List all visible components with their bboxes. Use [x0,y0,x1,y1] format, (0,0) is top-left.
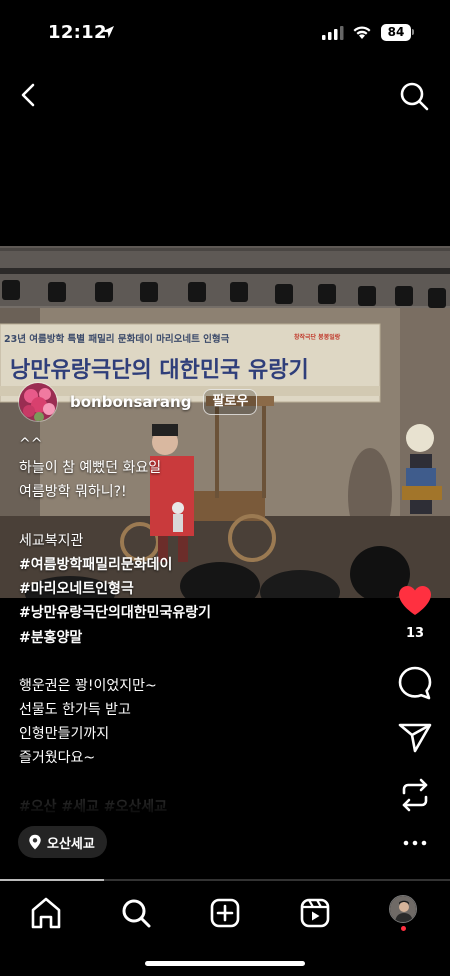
like-count[interactable]: 13 [396,626,434,641]
flower-avatar-icon [19,383,57,421]
post-caption: ^^ 하늘이 참 예뻤던 화요일여름방학 뭐하니?! 세교복지관 #여름방학패밀리문화… [19,432,379,819]
reels-icon[interactable] [295,893,335,933]
post-header: bonbonsarang 팔로우 [18,380,258,424]
caption-hashtag-line[interactable]: #여름방학패밀리문화데이 [19,553,379,577]
profile-avatar[interactable] [389,895,417,923]
search-icon[interactable] [398,80,430,112]
caption-line: 인형만들기까지 [19,726,110,743]
caption-line: 하늘이 참 예뻤던 화요일 [19,460,162,477]
repost-icon[interactable] [396,776,434,814]
caption-hashtag-line[interactable]: #낭만유랑극단의대한민국유랑기 [19,601,379,625]
banner-badge: 창작극단 봉봉일랑 [294,333,341,341]
create-icon[interactable] [205,893,245,933]
username[interactable]: bonbonsarang [70,393,191,411]
status-bar: 12:12 84 [0,0,450,62]
search-icon[interactable] [116,893,156,933]
wifi-icon [353,26,371,39]
location-label: 오산세교 [47,836,95,852]
chevron-left-icon[interactable] [14,80,42,110]
caption-line: 선물도 한가득 받고 [19,702,131,719]
caption-hashtag-line[interactable]: #분홍양말 [19,626,379,650]
status-time: 12:12 [48,22,107,43]
avatar[interactable] [18,382,58,422]
location-arrow-icon [102,26,114,38]
caption-line: ^^ [19,436,43,452]
share-icon[interactable] [396,718,434,756]
battery-indicator: 84 [381,24,411,41]
caption-hashtag-line[interactable]: #마리오네트인형극 [19,577,379,601]
caption-fade [0,780,450,820]
more-options-icon[interactable] [396,824,434,862]
location-tag[interactable]: 오산세교 [18,826,107,858]
battery-cap [412,29,414,35]
notification-dot [401,926,406,931]
map-pin-icon [29,834,41,850]
profile-photo [390,896,416,922]
caption-line: 즐거웠다요~ [19,750,96,767]
caption-line: 여름방학 뭐하니?! [19,484,127,501]
home-icon[interactable] [26,893,66,933]
caption-line: 행운권은 꽝!이었지만~ [19,677,157,694]
home-indicator [145,961,305,966]
comment-icon[interactable] [396,664,434,702]
bottom-tab-bar [0,881,450,976]
caption-line: 세교복지관 [19,532,84,549]
banner-top-text: 23년 여름방학 특별 패밀리 문화데이 마리오네트 인형극 [4,333,230,345]
follow-button[interactable]: 팔로우 [203,389,258,415]
heart-icon[interactable] [396,582,434,620]
cellular-signal-icon [322,26,344,40]
